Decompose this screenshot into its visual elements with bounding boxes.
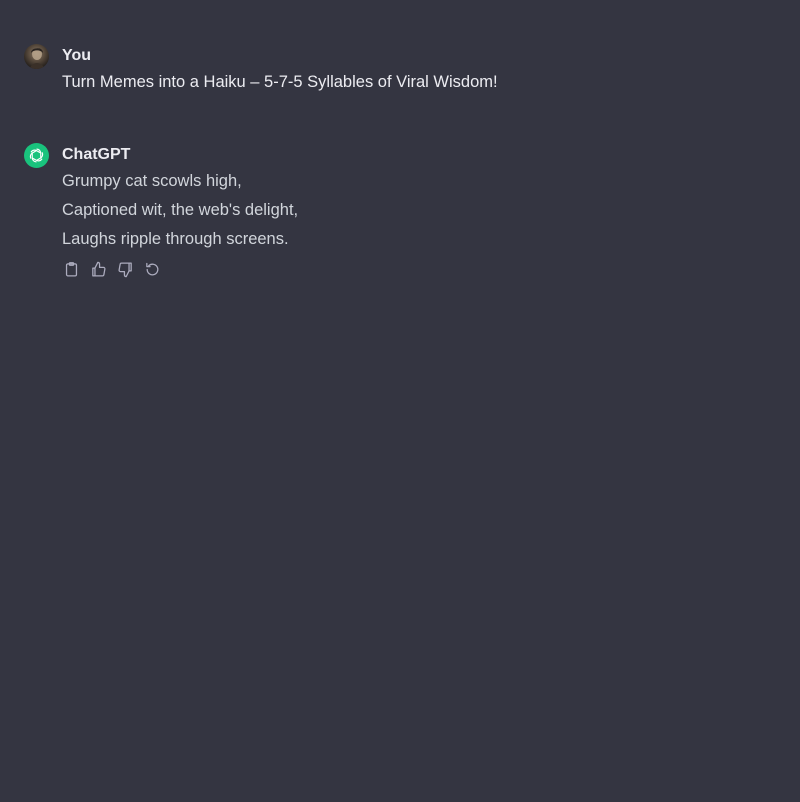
thumbs-down-icon xyxy=(118,262,132,278)
clipboard-icon xyxy=(65,262,78,277)
user-message: You Turn Memes into a Haiku – 5-7-5 Syll… xyxy=(24,44,776,94)
thumbs-down-button[interactable] xyxy=(116,260,135,279)
haiku-line-3: Laughs ripple through screens. xyxy=(62,230,289,248)
regenerate-button[interactable] xyxy=(143,260,162,279)
haiku-line-1: Grumpy cat scowls high, xyxy=(62,172,242,190)
user-avatar xyxy=(24,44,49,69)
regenerate-icon xyxy=(146,262,159,276)
haiku-line-2: Captioned wit, the web's delight, xyxy=(62,201,299,219)
assistant-author-name: ChatGPT xyxy=(62,146,131,163)
copy-button[interactable] xyxy=(62,260,81,279)
openai-logo-icon xyxy=(24,143,49,168)
thumbs-up-button[interactable] xyxy=(89,260,108,279)
user-message-text: Turn Memes into a Haiku – 5-7-5 Syllable… xyxy=(62,73,498,91)
user-author-name: You xyxy=(62,47,92,64)
assistant-response: Grumpy cat scowls high, Captioned wit, t… xyxy=(62,169,776,251)
thumbs-up-icon xyxy=(92,261,106,277)
assistant-message: ChatGPT Grumpy cat scowls high, Captione… xyxy=(24,143,776,279)
message-actions xyxy=(62,260,776,279)
